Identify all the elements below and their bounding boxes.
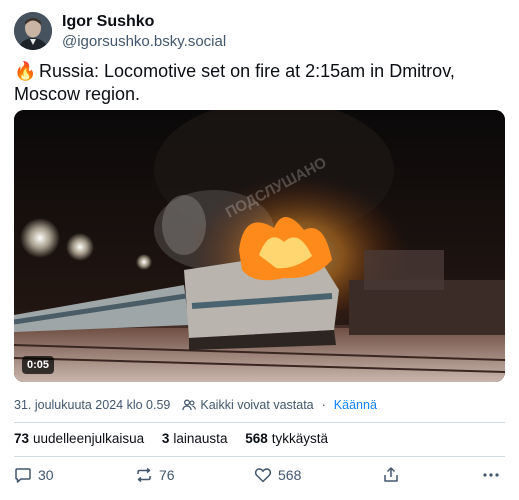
heart-icon [254, 468, 272, 483]
video-duration: 0:05 [22, 356, 55, 374]
likes-stat[interactable]: 568 tykkäystä [245, 431, 328, 446]
author-name[interactable]: Igor Sushko [62, 13, 154, 31]
reposts-count: 73 [14, 431, 30, 446]
divider-top [14, 422, 505, 423]
post-text: 🔥 Russia: Locomotive set on fire at 2:15… [14, 60, 504, 106]
engagement-stats: 73 uudelleenjulkaisua 3 lainausta 568 tykkä… [14, 431, 342, 446]
quotes-stat[interactable]: 3 lainausta [162, 431, 228, 446]
like-count: 568 [278, 467, 302, 483]
translate-link[interactable]: Käännä [334, 398, 377, 412]
repost-button[interactable]: 76 [135, 466, 175, 484]
reply-setting[interactable]: Kaikki voivat vastata [182, 398, 314, 412]
people-icon [182, 399, 197, 411]
repost-icon [137, 467, 151, 483]
reply-count: 30 [38, 467, 54, 483]
quotes-count: 3 [161, 431, 170, 446]
video-player[interactable]: ПОДСЛУШАНО 0:05 [14, 110, 505, 382]
like-button[interactable]: 568 [254, 466, 301, 484]
repost-count: 76 [159, 467, 175, 483]
post-timestamp[interactable]: 31. joulukuuta 2024 klo 0.59 [14, 398, 170, 412]
reposts-label: uudelleenjulkaisua [33, 431, 145, 446]
reposts-stat[interactable]: 73 uudelleenjulkaisua [14, 431, 144, 446]
share-button[interactable] [382, 466, 406, 484]
quotes-label: lainausta [173, 431, 228, 446]
reply-setting-label: Kaikki voivat vastata [200, 398, 314, 412]
action-bar: 30 76 568 [14, 466, 505, 492]
ellipsis-icon [483, 473, 499, 477]
author-handle[interactable]: @igorsushko.bsky.social [62, 33, 226, 50]
meta-separator: · [321, 398, 326, 412]
reply-button[interactable]: 30 [14, 466, 54, 484]
likes-count: 568 [245, 431, 268, 446]
more-options-button[interactable] [482, 466, 506, 484]
post-meta: 31. joulukuuta 2024 klo 0.59 Kaikki voiv… [14, 398, 377, 412]
reply-icon [15, 468, 31, 483]
post-body: Russia: Locomotive set on fire at 2:15am… [14, 61, 455, 104]
avatar[interactable] [14, 12, 52, 50]
video-frame: ПОДСЛУШАНО [14, 110, 505, 382]
fire-emoji: 🔥 [14, 61, 37, 81]
post-header: Igor Sushko @igorsushko.bsky.social [14, 12, 494, 52]
share-icon [384, 467, 398, 482]
divider-bottom [14, 456, 505, 457]
likes-label: tykkäystä [271, 431, 329, 446]
